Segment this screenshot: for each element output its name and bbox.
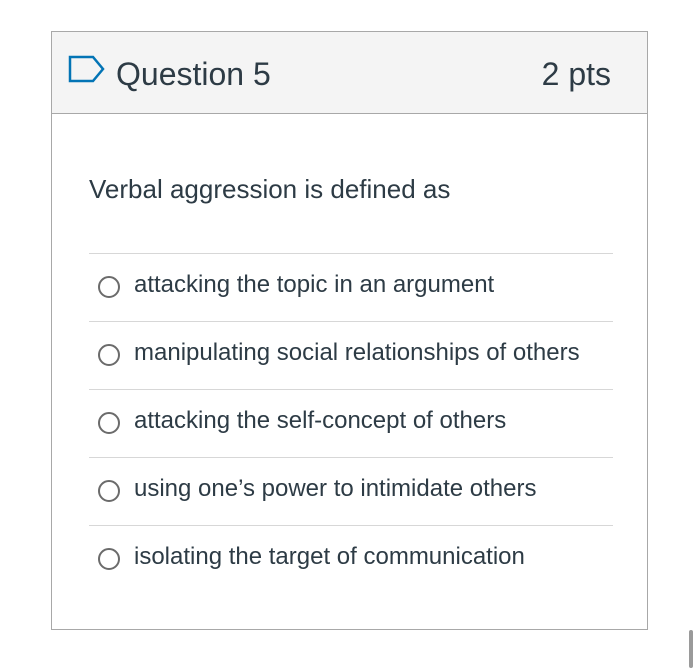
radio-button[interactable]: [98, 548, 120, 570]
answer-option-2[interactable]: manipulating social relationships of oth…: [89, 321, 613, 389]
answer-option-4[interactable]: using one’s power to intimidate others: [89, 457, 613, 525]
scrollbar-thumb[interactable]: [689, 630, 693, 668]
answer-option-3[interactable]: attacking the self-concept of others: [89, 389, 613, 457]
question-title: Question 5: [116, 56, 271, 92]
answer-label[interactable]: attacking the self-concept of others: [134, 406, 506, 436]
answer-label[interactable]: manipulating social relationships of oth…: [134, 338, 580, 368]
question-card: Question 5 2 pts Verbal aggression is de…: [51, 31, 648, 630]
flag-question-icon[interactable]: [67, 54, 107, 84]
answer-label[interactable]: using one’s power to intimidate others: [134, 474, 536, 504]
question-text: Verbal aggression is defined as: [89, 174, 451, 204]
answer-label[interactable]: isolating the target of communication: [134, 542, 525, 572]
radio-button[interactable]: [98, 412, 120, 434]
answer-option-5[interactable]: isolating the target of communication: [89, 525, 613, 593]
question-points: 2 pts: [541, 56, 611, 92]
answer-option-1[interactable]: attacking the topic in an argument: [89, 253, 613, 321]
answer-label[interactable]: attacking the topic in an argument: [134, 270, 494, 300]
radio-button[interactable]: [98, 276, 120, 298]
question-header: Question 5 2 pts: [52, 32, 647, 114]
radio-button[interactable]: [98, 344, 120, 366]
answer-list: attacking the topic in an argument manip…: [89, 253, 613, 593]
radio-button[interactable]: [98, 480, 120, 502]
